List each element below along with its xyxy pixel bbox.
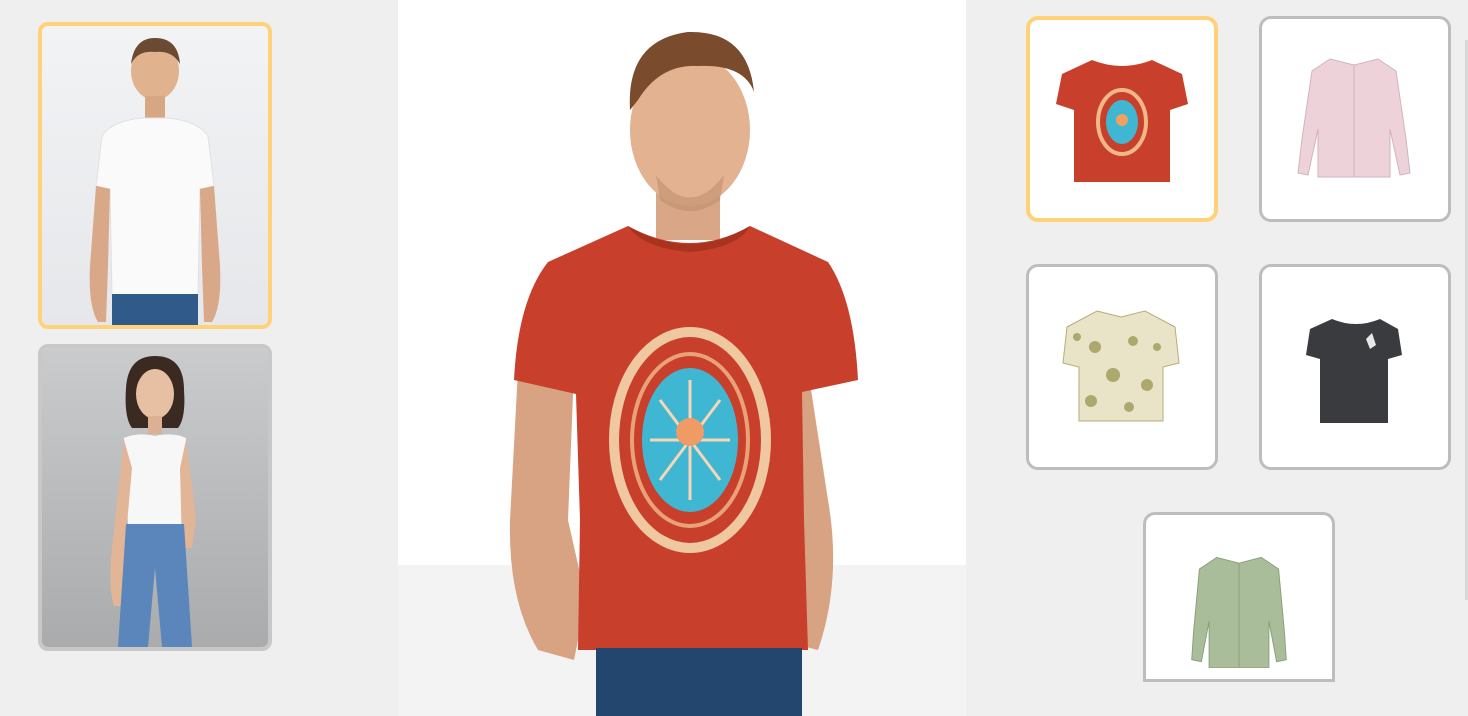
virtual-tryon-app [0, 0, 1468, 716]
pink-shirt-image [1297, 58, 1411, 178]
floral-shirt-image [1062, 310, 1180, 422]
tryon-preview [398, 0, 966, 716]
green-shirt-image [1191, 556, 1287, 668]
model-card-woman[interactable] [38, 344, 272, 651]
red-tshirt-image [1056, 60, 1188, 182]
garment-card-pink-shirt[interactable] [1259, 16, 1451, 222]
model-card-man[interactable] [38, 22, 272, 329]
garment-list [966, 0, 1468, 716]
model-man-photo [89, 38, 221, 325]
black-tshirt-image [1306, 319, 1402, 423]
garment-card-red-tshirt[interactable] [1026, 16, 1218, 222]
garment-card-black-tshirt[interactable] [1259, 264, 1451, 470]
tryon-result-image [509, 31, 858, 716]
garment-card-floral-shirt[interactable] [1026, 264, 1218, 470]
model-list [0, 0, 398, 716]
model-woman-photo [110, 356, 196, 647]
garment-card-green-shirt[interactable] [1143, 512, 1335, 682]
